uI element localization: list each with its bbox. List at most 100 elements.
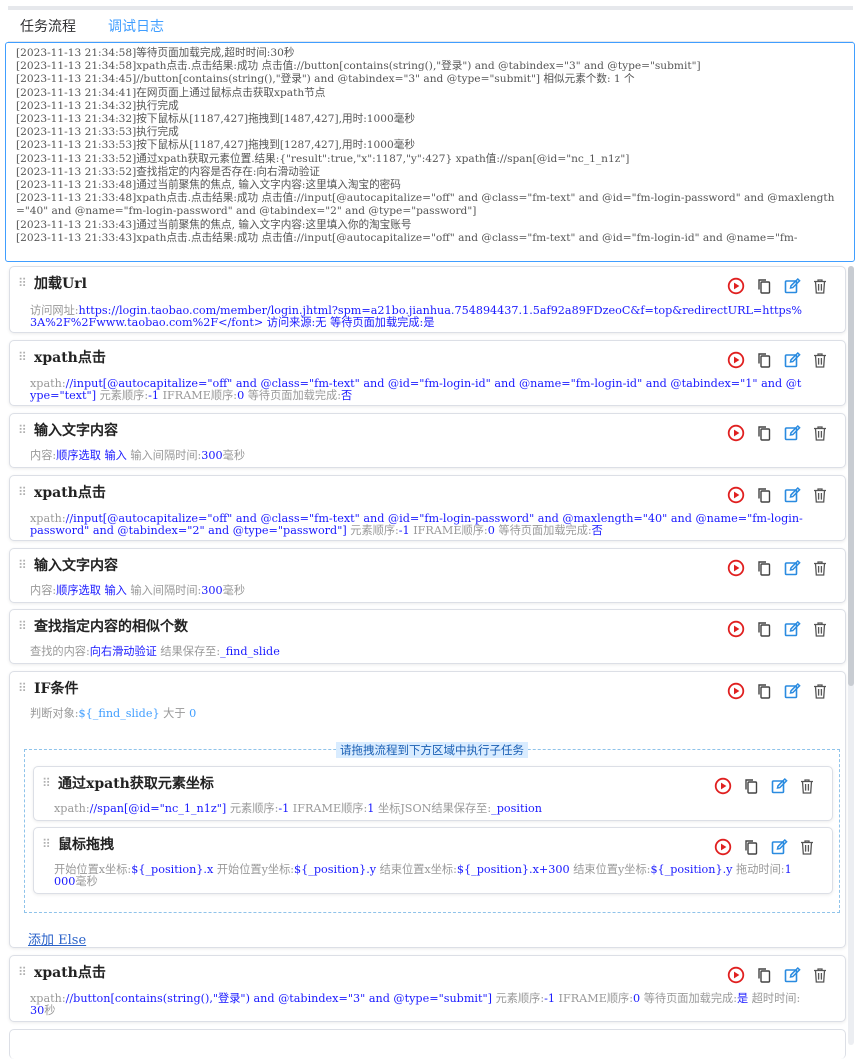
run-icon[interactable] [727,620,745,638]
edit-icon[interactable] [783,277,801,295]
delete-icon[interactable] [811,559,829,577]
run-icon[interactable] [727,351,745,369]
step-card-next[interactable] [9,1029,846,1059]
log-line: [2023-11-13 21:33:48]通过当前聚焦的焦点, 输入文字内容:这… [16,179,401,192]
step-summary: 访问网址:https://login.taobao.com/member/log… [30,304,803,330]
step-card-input-text[interactable]: ⠿ 输入文字内容 内容:顺序选取 输入 输入间隔时间:300毫秒 [9,413,846,468]
step-title: xpath点击 [34,350,106,366]
step-actions [727,966,829,984]
log-line: [2023-11-13 21:33:52]查找指定的内容是否存在:向右滑动验证 [16,165,320,178]
step-title: 鼠标拖拽 [58,837,114,853]
add-else-link[interactable]: 添加 Else [28,929,86,948]
copy-icon[interactable] [755,620,773,638]
drag-handle-icon[interactable]: ⠿ [42,837,54,851]
tab-task-flow[interactable]: 任务流程 [18,16,78,44]
run-icon[interactable] [727,559,745,577]
step-card-find-similar-count[interactable]: ⠿ 查找指定内容的相似个数 查找的内容:向右滑动验证 结果保存至:_find_sl… [9,609,846,664]
edit-icon[interactable] [783,351,801,369]
run-icon[interactable] [727,277,745,295]
step-summary: 判断对象:${_find_slide} 大于 0 [30,707,197,720]
copy-icon[interactable] [755,277,773,295]
step-actions [727,620,829,638]
run-icon[interactable] [727,424,745,442]
step-title: 查找指定内容的相似个数 [34,619,188,635]
log-line: [2023-11-13 21:33:43]xpath点击.点击结果:成功 点击值… [16,231,798,244]
tab-debug-log[interactable]: 调试日志 [108,16,164,36]
delete-icon[interactable] [811,351,829,369]
run-icon[interactable] [714,838,732,856]
step-card-xpath-click[interactable]: ⠿ xpath点击 xpath://input[@autocapitalize="… [9,475,846,541]
copy-icon[interactable] [755,559,773,577]
log-line: [2023-11-13 21:34:41]在网页面上通过鼠标点击获取xpath节… [16,86,326,99]
copy-icon[interactable] [755,424,773,442]
drag-handle-icon[interactable]: ⠿ [18,276,30,290]
step-title: xpath点击 [34,965,106,981]
tab-bar: 任务流程 调试日志 [8,12,853,44]
drag-handle-icon[interactable]: ⠿ [18,619,30,633]
log-line: [2023-11-13 21:34:58]等待页面加载完成,超时时间:30秒 [16,47,295,59]
run-icon[interactable] [714,777,732,795]
edit-icon[interactable] [783,424,801,442]
edit-icon[interactable] [783,559,801,577]
drag-handle-icon[interactable]: ⠿ [18,558,30,572]
step-title: xpath点击 [34,485,106,501]
step-card-xpath-click[interactable]: ⠿ xpath点击 xpath://button[contains(string(… [9,955,846,1022]
child-task-drop-zone[interactable]: 请拖拽流程到下方区域中执行子任务 ⠿ 通过xpath获取元素坐标 xpath://… [24,742,840,913]
copy-icon[interactable] [755,486,773,504]
step-title: 输入文字内容 [34,558,118,574]
drag-handle-icon[interactable]: ⠿ [18,350,30,364]
copy-icon[interactable] [755,682,773,700]
step-summary: 查找的内容:向右滑动验证 结果保存至:_find_slide [30,645,280,658]
debug-log-textarea[interactable]: [2023-11-13 21:34:58]等待页面加载完成,超时时间:30秒 [2… [5,42,855,262]
edit-icon[interactable] [770,838,788,856]
drag-handle-icon[interactable]: ⠿ [18,965,30,979]
step-card-get-element-coords[interactable]: ⠿ 通过xpath获取元素坐标 xpath://span[@id="nc_1_n1… [33,766,833,821]
edit-icon[interactable] [783,620,801,638]
copy-icon[interactable] [742,777,760,795]
step-summary: xpath://button[contains(string(),"登录") a… [30,992,801,1018]
log-line: [2023-11-13 21:34:32]按下鼠标从[1187,427]拖拽到[… [16,113,415,126]
step-card-xpath-click[interactable]: ⠿ xpath点击 xpath://input[@autocapitalize="… [9,340,846,406]
run-icon[interactable] [727,966,745,984]
drag-handle-icon[interactable]: ⠿ [18,681,30,695]
step-summary: 内容:顺序选取 输入 输入间隔时间:300毫秒 [30,584,246,597]
step-title: 输入文字内容 [34,423,118,439]
log-line: [2023-11-13 21:33:53]按下鼠标从[1187,427]拖拽到[… [16,139,415,152]
drag-handle-icon[interactable]: ⠿ [42,776,54,790]
run-icon[interactable] [727,682,745,700]
step-title: IF条件 [34,681,79,697]
edit-icon[interactable] [783,682,801,700]
delete-icon[interactable] [811,966,829,984]
delete-icon[interactable] [811,620,829,638]
edit-icon[interactable] [783,966,801,984]
delete-icon[interactable] [798,777,816,795]
copy-icon[interactable] [755,966,773,984]
log-line: [2023-11-13 21:33:48]xpath点击.点击结果:成功 点击值… [16,192,835,218]
log-line: [2023-11-13 21:33:53]执行完成 [16,126,179,139]
step-card-if-condition[interactable]: ⠿ IF条件 判断对象:${_find_slide} 大于 0 请拖拽流程到下方区… [9,671,846,948]
top-strip [8,6,853,10]
step-card-mouse-drag[interactable]: ⠿ 鼠标拖拽 开始位置x坐标:${_position}.x 开始位置y坐标:${_… [33,827,833,894]
copy-icon[interactable] [742,838,760,856]
drag-handle-icon[interactable]: ⠿ [18,423,30,437]
step-card-input-text[interactable]: ⠿ 输入文字内容 内容:顺序选取 输入 输入间隔时间:300毫秒 [9,548,846,603]
step-summary: 内容:顺序选取 输入 输入间隔时间:300毫秒 [30,449,246,462]
step-summary: xpath://input[@autocapitalize="off" and … [30,377,802,403]
step-actions [714,838,816,856]
step-actions [727,559,829,577]
edit-icon[interactable] [783,486,801,504]
run-icon[interactable] [727,486,745,504]
step-title: 加载Url [34,276,87,292]
step-card-load-url[interactable]: ⠿ 加载Url 访问网址:https://login.taobao.com/mem… [9,266,846,333]
step-actions [727,682,829,700]
delete-icon[interactable] [811,486,829,504]
copy-icon[interactable] [755,351,773,369]
flow-scrollbar-thumb[interactable] [848,266,854,686]
log-line: [2023-11-13 21:34:45]//button[contains(s… [16,73,635,86]
edit-icon[interactable] [770,777,788,795]
drag-handle-icon[interactable]: ⠿ [18,485,30,499]
delete-icon[interactable] [811,424,829,442]
delete-icon[interactable] [798,838,816,856]
delete-icon[interactable] [811,277,829,295]
delete-icon[interactable] [811,682,829,700]
